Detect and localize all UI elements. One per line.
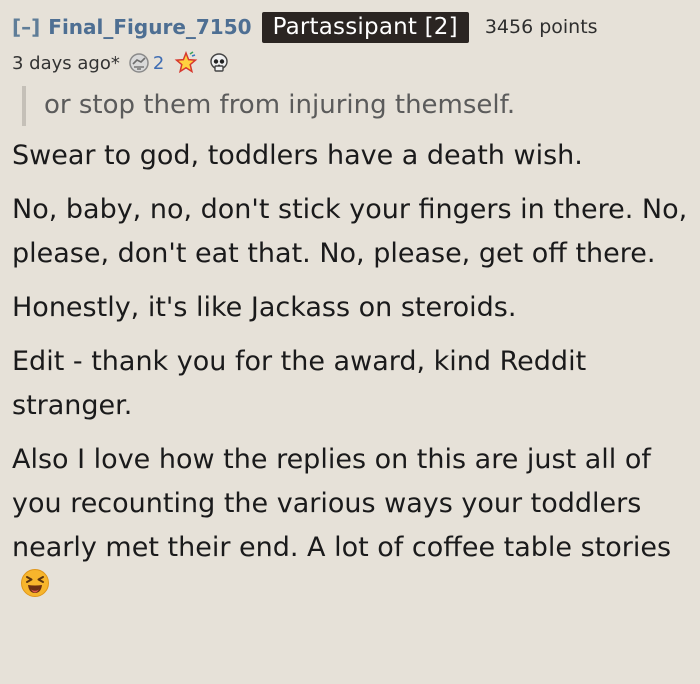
silver-award-icon bbox=[128, 52, 150, 74]
author-link[interactable]: Final_Figure_7150 bbox=[48, 15, 251, 39]
star-award-icon bbox=[174, 51, 198, 75]
comment-paragraph: Honestly, it's like Jackass on steroids. bbox=[12, 292, 517, 323]
comment-paragraph: Swear to god, toddlers have a death wish… bbox=[12, 140, 583, 171]
award-count: 2 bbox=[152, 52, 165, 74]
comment-paragraph-text: Also I love how the replies on this are … bbox=[12, 444, 672, 563]
comment: [–] Final_Figure_7150 Partassipant [2] 3… bbox=[0, 0, 700, 684]
comment-body: Swear to god, toddlers have a death wish… bbox=[12, 134, 690, 615]
award-star[interactable] bbox=[174, 51, 198, 75]
comment-paragraph-last: Also I love how the replies on this are … bbox=[12, 438, 690, 615]
comment-paragraph: Edit - thank you for the award, kind Red… bbox=[12, 346, 587, 421]
comment-meta: 3 days ago* 2 bbox=[12, 48, 690, 78]
laughing-face-icon bbox=[20, 568, 50, 612]
skull-award-icon bbox=[208, 52, 230, 74]
comment-paragraph: No, baby, no, don't stick your fingers i… bbox=[12, 194, 688, 269]
award-silver[interactable]: 2 bbox=[128, 52, 164, 74]
collapse-toggle[interactable]: [–] bbox=[12, 15, 40, 39]
score: 3456 points bbox=[484, 16, 598, 38]
comment-tagline: [–] Final_Figure_7150 Partassipant [2] 3… bbox=[12, 8, 690, 46]
timestamp: 3 days ago* bbox=[12, 52, 120, 74]
blockquote: or stop them from injuring themself. bbox=[22, 86, 690, 126]
user-flair: Partassipant [2] bbox=[261, 11, 469, 43]
award-skull[interactable] bbox=[208, 52, 230, 74]
